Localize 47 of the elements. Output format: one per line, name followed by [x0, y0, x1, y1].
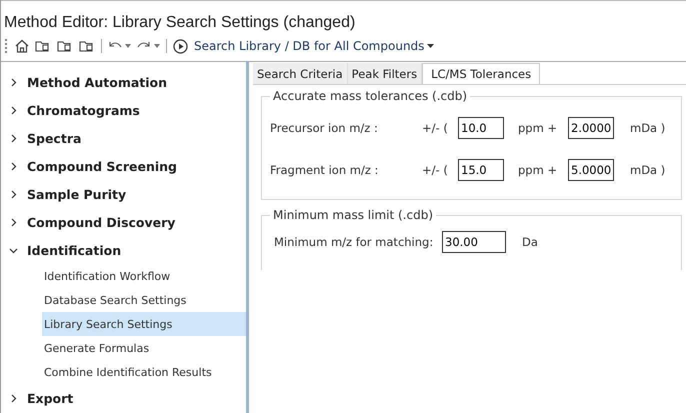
toolbar-grip-icon	[5, 39, 9, 53]
sidebar-item[interactable]: Identification	[1, 236, 246, 264]
chevron-right-icon	[9, 218, 18, 226]
run-search-button[interactable]: Search Library / DB for All Compounds	[194, 39, 424, 53]
tab[interactable]: LC/MS Tolerances	[422, 63, 540, 84]
unit-label: mDa )	[630, 121, 666, 135]
home-icon[interactable]	[15, 39, 29, 53]
chevron-right-icon	[9, 394, 18, 402]
unit-label: Da	[522, 235, 538, 249]
sidebar-subitem[interactable]: Generate Formulas	[42, 336, 246, 360]
chevron-down-icon	[9, 246, 18, 254]
field-label: Minimum m/z for matching:	[274, 235, 434, 249]
input-field[interactable]: 15.0	[458, 159, 504, 181]
group-title: Minimum mass limit (.cdb)	[272, 208, 434, 222]
sidebar-subitem[interactable]: Identification Workflow	[42, 264, 246, 288]
sidebar-subitem[interactable]: Database Search Settings	[42, 288, 246, 312]
plus-minus-label: +/- (	[422, 121, 449, 135]
caret-icon[interactable]	[427, 44, 434, 48]
input-field[interactable]: 10.0	[458, 117, 504, 139]
plus-minus-label: +/- (	[422, 163, 449, 177]
chevron-right-icon	[9, 134, 18, 142]
chevron-right-icon	[9, 162, 18, 170]
input-field[interactable]: 30.00	[442, 231, 506, 253]
input-field[interactable]: 2.0000	[568, 117, 614, 139]
chevron-right-icon	[9, 190, 18, 198]
sidebar-item[interactable]: Chromatograms	[1, 96, 246, 124]
sidebar-item[interactable]: Compound Screening	[1, 152, 246, 180]
play-icon[interactable]	[173, 38, 188, 54]
sidebar-subitem[interactable]: Library Search Settings	[42, 312, 246, 336]
group-title: Accurate mass tolerances (.cdb)	[272, 89, 468, 103]
sidebar-item[interactable]: Export	[1, 384, 246, 412]
tab[interactable]: Search Criteria	[253, 63, 348, 84]
sidebar-item[interactable]: Method Automation	[1, 68, 246, 96]
field-label: Fragment ion m/z :	[270, 163, 380, 177]
sidebar-subitem[interactable]: Combine Identification Results	[42, 360, 246, 384]
sidebar-item[interactable]: Sample Purity	[1, 180, 246, 208]
unit-label: ppm +	[517, 163, 558, 177]
input-field[interactable]: 5.0000	[568, 159, 614, 181]
chevron-right-icon	[9, 78, 18, 86]
sidebar-item[interactable]: Spectra	[1, 124, 246, 152]
sidebar-item[interactable]: Compound Discovery	[1, 208, 246, 236]
unit-label: mDa )	[630, 163, 666, 177]
field-label: Precursor ion m/z :	[270, 121, 379, 135]
tab[interactable]: Peak Filters	[348, 63, 422, 84]
unit-label: ppm +	[517, 121, 558, 135]
window-title: Method Editor: Library Search Settings (changed)	[4, 14, 356, 33]
chevron-right-icon	[9, 106, 18, 114]
